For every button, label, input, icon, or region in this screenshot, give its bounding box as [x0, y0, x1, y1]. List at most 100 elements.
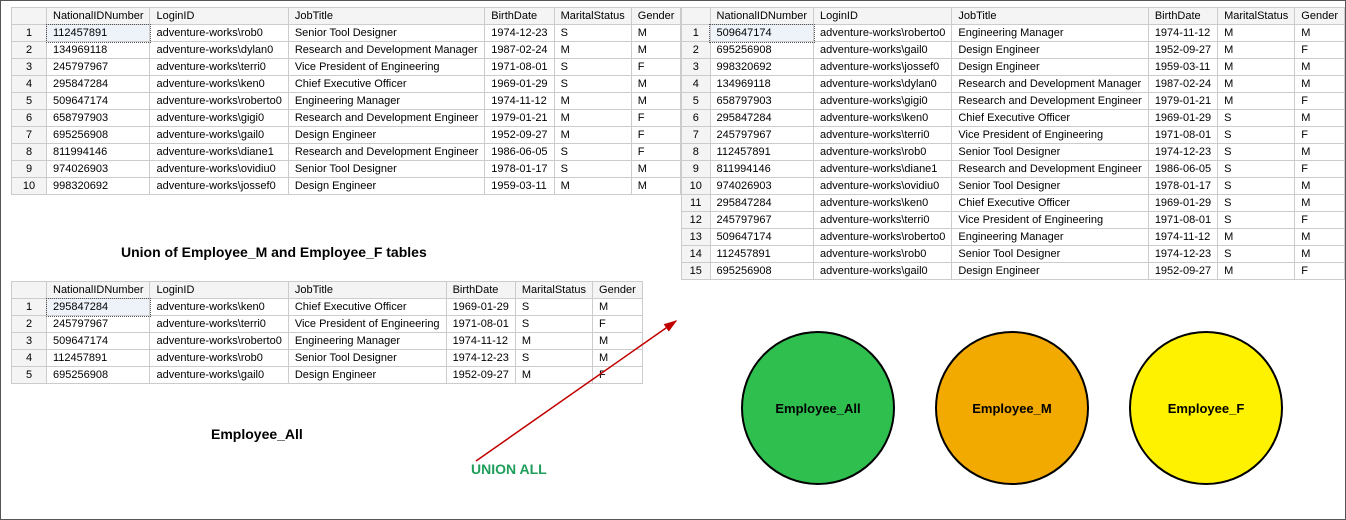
table-cell: M	[1295, 178, 1345, 195]
union-all-label: UNION ALL	[471, 461, 547, 477]
table-cell: Senior Tool Designer	[952, 144, 1148, 161]
table-cell: F	[1295, 263, 1345, 280]
table-row: 1509647174adventure-works\roberto0Engine…	[682, 25, 1345, 42]
table-cell: 974026903	[47, 161, 150, 178]
union-table-caption: Union of Employee_M and Employee_F table…	[121, 244, 427, 260]
table-cell: adventure-works\terri0	[150, 316, 288, 333]
table-cell: M	[1218, 42, 1295, 59]
table-cell: M	[1218, 93, 1295, 110]
table-cell: adventure-works\rob0	[814, 144, 952, 161]
table-cell: 658797903	[47, 110, 150, 127]
employee-all-table: NationalIDNumberLoginIDJobTitleBirthDate…	[11, 281, 643, 384]
table-cell: S	[1218, 144, 1295, 161]
table-cell: Research and Development Engineer	[288, 110, 484, 127]
column-header: JobTitle	[288, 282, 446, 299]
table-cell: M	[1218, 229, 1295, 246]
table-cell: 1986-06-05	[485, 144, 554, 161]
column-header: Gender	[593, 282, 643, 299]
table-cell: 1952-09-27	[446, 367, 515, 384]
column-header: JobTitle	[952, 8, 1148, 25]
table-row: 2245797967adventure-works\terri0Vice Pre…	[12, 316, 643, 333]
table-cell: M	[554, 127, 631, 144]
table-cell: adventure-works\roberto0	[814, 25, 952, 42]
employee-all-caption: Employee_All	[211, 426, 303, 442]
table-cell: S	[554, 76, 631, 93]
table-cell: M	[593, 350, 643, 367]
table-cell: 509647174	[710, 229, 813, 246]
table-cell: 1952-09-27	[485, 127, 554, 144]
table-cell: 1959-03-11	[1148, 59, 1217, 76]
table-cell: 658797903	[710, 93, 813, 110]
column-header: MaritalStatus	[515, 282, 592, 299]
row-index: 7	[682, 127, 711, 144]
table-cell: M	[1295, 59, 1345, 76]
table-row: 7245797967adventure-works\terri0Vice Pre…	[682, 127, 1345, 144]
table-cell: 998320692	[47, 178, 150, 195]
table-cell: S	[554, 161, 631, 178]
table-cell: S	[515, 316, 592, 333]
table-cell: 1979-01-21	[485, 110, 554, 127]
table-cell: adventure-works\ken0	[150, 299, 288, 316]
row-index: 10	[682, 178, 711, 195]
table-cell: Research and Development Manager	[288, 42, 484, 59]
table-cell: M	[1295, 195, 1345, 212]
table-cell: Design Engineer	[288, 367, 446, 384]
table-cell: 1978-01-17	[485, 161, 554, 178]
table-cell: M	[1218, 76, 1295, 93]
row-index: 3	[12, 59, 47, 76]
table-row: 1295847284adventure-works\ken0Chief Exec…	[12, 299, 643, 316]
table-row: 3998320692adventure-works\jossef0Design …	[682, 59, 1345, 76]
table-cell: adventure-works\diane1	[814, 161, 952, 178]
table-row: 4112457891adventure-works\rob0Senior Too…	[12, 350, 643, 367]
table-cell: 245797967	[710, 127, 813, 144]
table-cell: adventure-works\roberto0	[814, 229, 952, 246]
union-all-table-wrap: NationalIDNumberLoginIDJobTitleBirthDate…	[681, 7, 1345, 280]
table-cell: S	[1218, 110, 1295, 127]
table-cell: S	[1218, 212, 1295, 229]
table-row: 3245797967adventure-works\terri0Vice Pre…	[12, 59, 681, 76]
table-cell: adventure-works\dylan0	[814, 76, 952, 93]
table-cell: Senior Tool Designer	[288, 161, 484, 178]
column-header: BirthDate	[485, 8, 554, 25]
table-cell: 1974-12-23	[1148, 246, 1217, 263]
table-cell: adventure-works\roberto0	[150, 93, 288, 110]
table-cell: S	[1218, 246, 1295, 263]
diagram-page: NationalIDNumberLoginIDJobTitleBirthDate…	[0, 0, 1346, 520]
table-cell: Design Engineer	[952, 42, 1148, 59]
row-index-header	[12, 282, 47, 299]
row-index: 11	[682, 195, 711, 212]
table-cell: 1959-03-11	[485, 178, 554, 195]
row-index: 12	[682, 212, 711, 229]
table-cell: Chief Executive Officer	[952, 110, 1148, 127]
row-index: 15	[682, 263, 711, 280]
union-table-wrap: NationalIDNumberLoginIDJobTitleBirthDate…	[11, 7, 681, 195]
table-cell: adventure-works\dylan0	[150, 42, 288, 59]
venn-circle: Employee_All	[741, 331, 895, 485]
row-index: 9	[682, 161, 711, 178]
table-cell: M	[631, 178, 681, 195]
row-index: 1	[682, 25, 711, 42]
table-cell: 1974-11-12	[446, 333, 515, 350]
table-cell: 1974-12-23	[446, 350, 515, 367]
table-cell: S	[515, 350, 592, 367]
table-cell: 1974-12-23	[485, 25, 554, 42]
row-index: 7	[12, 127, 47, 144]
table-cell: M	[554, 110, 631, 127]
table-cell: Engineering Manager	[952, 25, 1148, 42]
table-cell: 112457891	[47, 25, 150, 42]
table-row: 8811994146adventure-works\diane1Research…	[12, 144, 681, 161]
table-cell: Design Engineer	[288, 178, 484, 195]
table-cell: adventure-works\ken0	[814, 110, 952, 127]
venn-circle: Employee_F	[1129, 331, 1283, 485]
row-index: 2	[12, 316, 47, 333]
row-index: 6	[12, 110, 47, 127]
table-cell: Senior Tool Designer	[288, 350, 446, 367]
table-cell: M	[1295, 25, 1345, 42]
table-row: 2134969118adventure-works\dylan0Research…	[12, 42, 681, 59]
employee-all-table-wrap: NationalIDNumberLoginIDJobTitleBirthDate…	[11, 281, 643, 384]
row-index: 10	[12, 178, 47, 195]
table-cell: M	[593, 333, 643, 350]
table-cell: S	[1218, 178, 1295, 195]
table-row: 8112457891adventure-works\rob0Senior Too…	[682, 144, 1345, 161]
table-cell: F	[1295, 42, 1345, 59]
